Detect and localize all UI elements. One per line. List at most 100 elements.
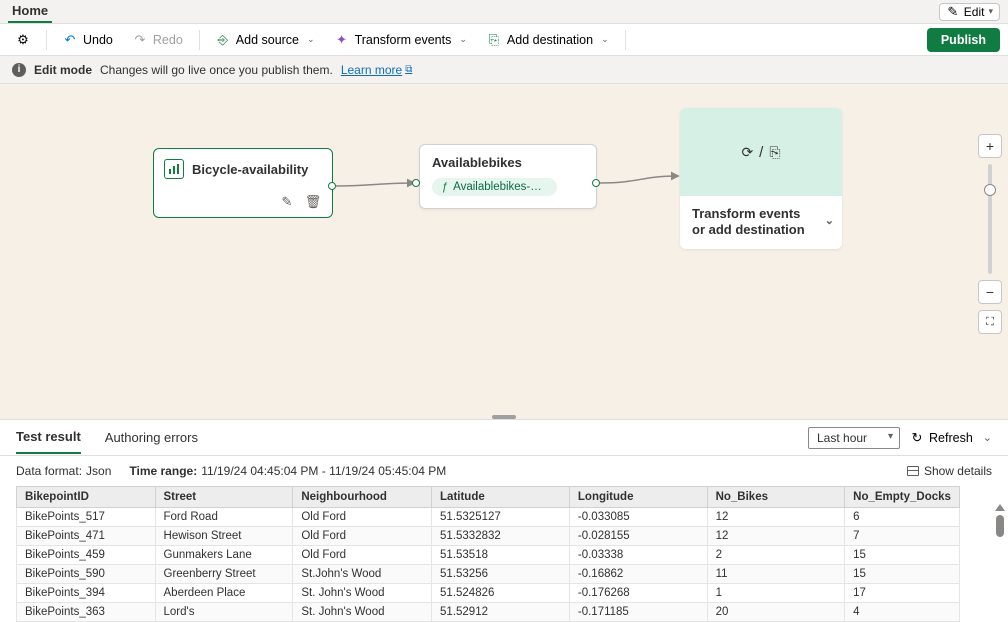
table-cell: 51.5332832 xyxy=(432,527,570,546)
table-row[interactable]: BikePoints_363Lord'sSt. John's Wood51.52… xyxy=(17,603,960,622)
stream-icon: ƒ xyxy=(442,181,448,193)
table-cell: BikePoints_517 xyxy=(17,508,156,527)
table-cell: 51.53256 xyxy=(432,565,570,584)
column-header[interactable]: No_Bikes xyxy=(707,487,845,508)
timerange-dropdown[interactable]: Last hour xyxy=(808,427,900,449)
column-header[interactable]: BikepointID xyxy=(17,487,156,508)
add-destination-button[interactable]: ⎘ Add destination ⌄ xyxy=(479,29,617,51)
barchart-icon xyxy=(164,159,184,179)
scroll-thumb[interactable] xyxy=(996,515,1004,537)
external-link-icon: ⧉ xyxy=(405,64,412,75)
show-details-button[interactable]: Show details xyxy=(907,464,992,478)
table-cell: Old Ford xyxy=(293,546,432,565)
source-node[interactable]: Bicycle-availability ✎ 🗑 xyxy=(153,148,333,218)
input-port[interactable] xyxy=(412,179,420,187)
table-cell: -0.16862 xyxy=(569,565,707,584)
undo-label: Undo xyxy=(83,33,113,47)
op-title: Availablebikes xyxy=(432,155,584,170)
info-bar: i Edit mode Changes will go live once yo… xyxy=(0,56,1008,84)
output-port[interactable] xyxy=(328,182,336,190)
placeholder-text: Transform events or add destination xyxy=(692,206,805,237)
transform-label: Transform events xyxy=(355,33,452,47)
table-cell: BikePoints_394 xyxy=(17,584,156,603)
table-cell: St.John's Wood xyxy=(293,565,432,584)
column-header[interactable]: Longitude xyxy=(569,487,707,508)
zoom-thumb[interactable] xyxy=(984,184,996,196)
separator xyxy=(199,30,200,50)
edit-node-button[interactable]: ✎ xyxy=(278,193,296,211)
delete-node-button[interactable]: 🗑 xyxy=(304,193,322,211)
redo-button[interactable]: ↷ Redo xyxy=(125,29,191,51)
table-row[interactable]: BikePoints_471Hewison StreetOld Ford51.5… xyxy=(17,527,960,546)
chevron-down-icon[interactable]: ⌄ xyxy=(825,215,834,229)
column-header[interactable]: Neighbourhood xyxy=(293,487,432,508)
resize-handle[interactable] xyxy=(492,415,516,419)
transform-icon: ✦ xyxy=(335,33,349,47)
edit-dropdown[interactable]: ✎ Edit ▾ xyxy=(939,3,1000,21)
table-cell: 15 xyxy=(845,565,960,584)
settings-button[interactable]: ⚙ xyxy=(8,29,38,51)
add-source-icon: ⎆ xyxy=(216,33,230,47)
separator xyxy=(46,30,47,50)
table-cell: -0.03338 xyxy=(569,546,707,565)
table-cell: Old Ford xyxy=(293,527,432,546)
tab-test-result[interactable]: Test result xyxy=(16,421,81,454)
table-cell: BikePoints_590 xyxy=(17,565,156,584)
add-source-button[interactable]: ⎆ Add source ⌄ xyxy=(208,29,323,51)
table-row[interactable]: BikePoints_590Greenberry StreetSt.John's… xyxy=(17,565,960,584)
transform-icon: ⟳ xyxy=(741,144,753,161)
output-port[interactable] xyxy=(592,179,600,187)
fit-button[interactable]: ⛶ xyxy=(978,310,1002,334)
add-source-label: Add source xyxy=(236,33,299,47)
column-header[interactable]: Latitude xyxy=(432,487,570,508)
table-cell: 12 xyxy=(707,508,845,527)
table-cell: Greenberry Street xyxy=(155,565,293,584)
tab-authoring-errors[interactable]: Authoring errors xyxy=(105,422,198,453)
gear-icon: ⚙ xyxy=(16,33,30,47)
chevron-down-icon: ▾ xyxy=(988,6,993,17)
table-cell: 7 xyxy=(845,527,960,546)
table-cell: 4 xyxy=(845,603,960,622)
publish-button[interactable]: Publish xyxy=(927,28,1000,52)
scroll-up-button[interactable] xyxy=(995,504,1005,511)
time-range-label: Time range: xyxy=(129,464,197,478)
edit-label: Edit xyxy=(964,5,985,19)
placeholder-node[interactable]: ⟳ / ⎘ Transform events or add destinatio… xyxy=(680,108,842,249)
table-cell: Hewison Street xyxy=(155,527,293,546)
zoom-in-button[interactable]: + xyxy=(978,134,1002,158)
stream-label: Availablebikes-stre... xyxy=(453,181,547,193)
zoom-slider[interactable] xyxy=(988,164,992,274)
transform-button[interactable]: ✦ Transform events ⌄ xyxy=(327,29,475,51)
table-cell: Old Ford xyxy=(293,508,432,527)
zoom-out-button[interactable]: − xyxy=(978,280,1002,304)
redo-label: Redo xyxy=(153,33,183,47)
table-cell: 51.53518 xyxy=(432,546,570,565)
refresh-button[interactable]: ↻ Refresh xyxy=(910,431,973,445)
learn-more-label: Learn more xyxy=(341,63,402,77)
column-header[interactable]: Street xyxy=(155,487,293,508)
undo-icon: ↶ xyxy=(63,33,77,47)
details-icon xyxy=(907,466,919,476)
collapse-chevron[interactable]: ⌄ xyxy=(983,431,992,444)
redo-icon: ↷ xyxy=(133,33,147,47)
placeholder-icons: ⟳ / ⎘ xyxy=(680,108,842,196)
table-row[interactable]: BikePoints_459Gunmakers LaneOld Ford51.5… xyxy=(17,546,960,565)
table-row[interactable]: BikePoints_517Ford RoadOld Ford51.532512… xyxy=(17,508,960,527)
table-row[interactable]: BikePoints_394Aberdeen PlaceSt. John's W… xyxy=(17,584,960,603)
column-header[interactable]: No_Empty_Docks xyxy=(845,487,960,508)
undo-button[interactable]: ↶ Undo xyxy=(55,29,121,51)
stream-pill[interactable]: ƒ Availablebikes-stre... xyxy=(432,178,557,196)
table-cell: Lord's xyxy=(155,603,293,622)
chevron-down-icon: ⌄ xyxy=(307,34,315,45)
operation-node[interactable]: Availablebikes ƒ Availablebikes-stre... xyxy=(419,144,597,209)
time-range-value: 11/19/24 04:45:04 PM - 11/19/24 05:45:04… xyxy=(201,464,446,478)
info-icon: i xyxy=(12,63,26,77)
tab-home[interactable]: Home xyxy=(8,0,52,23)
table-cell: 1 xyxy=(707,584,845,603)
learn-more-link[interactable]: Learn more ⧉ xyxy=(341,63,413,77)
refresh-icon: ↻ xyxy=(910,431,924,445)
table-cell: -0.028155 xyxy=(569,527,707,546)
table-cell: Aberdeen Place xyxy=(155,584,293,603)
table-cell: BikePoints_471 xyxy=(17,527,156,546)
pipeline-canvas[interactable]: Bicycle-availability ✎ 🗑 Availablebikes … xyxy=(0,84,1008,420)
